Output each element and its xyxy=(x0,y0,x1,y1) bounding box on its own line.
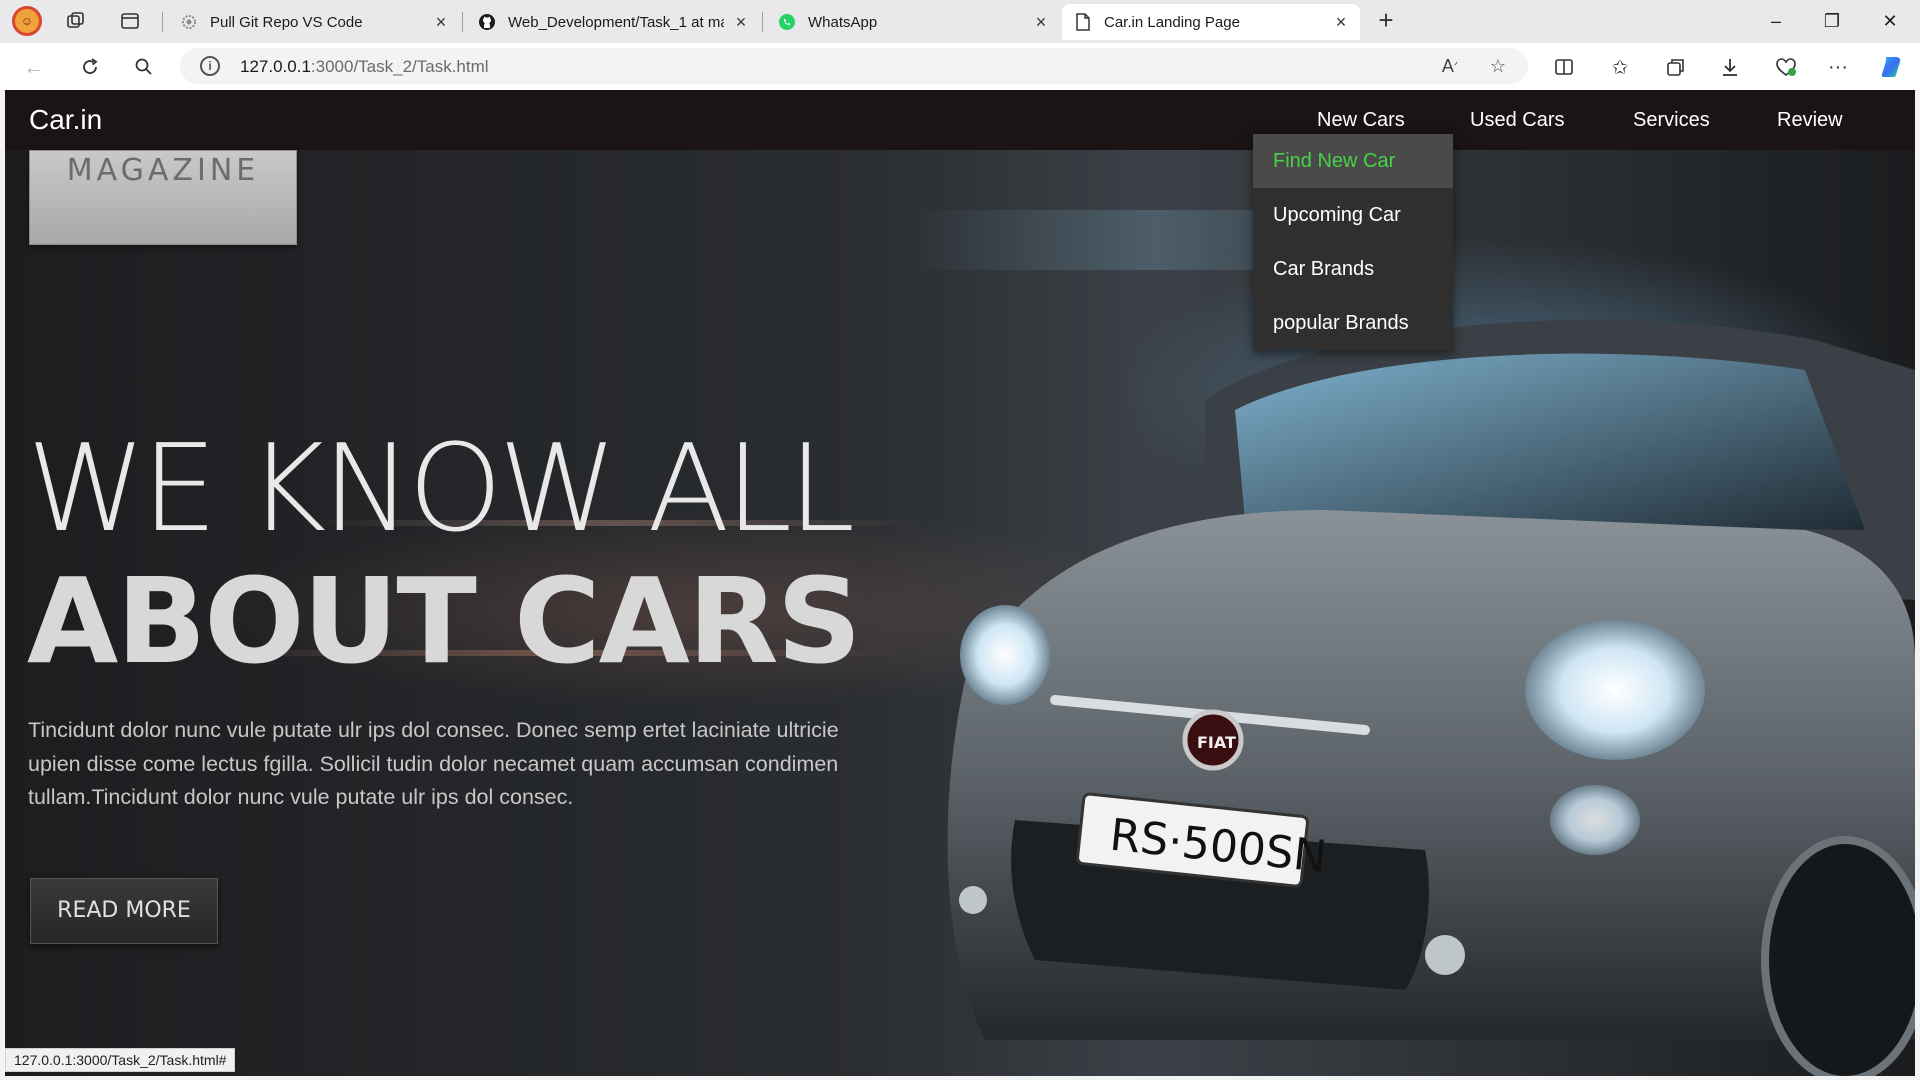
browser-window: ☺ Pull Git Repo VS Code × Web_Developmen… xyxy=(0,0,1920,1080)
vertical-tabs-icon[interactable] xyxy=(114,6,146,36)
download-icon[interactable] xyxy=(1714,51,1746,83)
favorites-icon[interactable]: ✩ xyxy=(1604,51,1636,83)
tab-divider xyxy=(462,12,463,32)
site-info-icon[interactable]: i xyxy=(200,56,220,76)
magazine-banner[interactable]: MAGAZINE xyxy=(29,150,297,245)
url-path: :3000/Task_2/Task.html xyxy=(310,57,489,76)
browser-essentials-icon[interactable] xyxy=(1770,51,1802,83)
badge-text: FIAT xyxy=(1197,733,1236,752)
headlight-left xyxy=(960,605,1050,705)
tab-strip: ☺ Pull Git Repo VS Code × Web_Developmen… xyxy=(0,0,1920,43)
address-bar[interactable]: i 127.0.0.1:3000/Task_2/Task.html Aᐟ ☆ xyxy=(180,48,1528,84)
read-aloud-icon[interactable]: Aᐟ xyxy=(1438,54,1462,78)
tab-title: Car.in Landing Page xyxy=(1104,13,1240,31)
hero-heading-line2: ABOUT CARS xyxy=(27,552,862,690)
workspaces-icon[interactable] xyxy=(60,6,92,36)
status-bar-url: 127.0.0.1:3000/Task_2/Task.html# xyxy=(5,1048,236,1072)
site-navbar: Car.in New Cars Used Cars Services Revie… xyxy=(5,90,1915,150)
back-arrow-icon[interactable]: ← xyxy=(18,51,50,83)
favorite-star-icon[interactable]: ☆ xyxy=(1486,54,1510,78)
car-image: RS·500SN FIAT xyxy=(947,320,1915,1076)
more-options-icon[interactable]: ··· xyxy=(1822,51,1854,83)
dropdown-item-upcoming-car[interactable]: Upcoming Car xyxy=(1253,188,1453,242)
tab-title: Pull Git Repo VS Code xyxy=(210,13,363,31)
tab-web-development[interactable]: Web_Development/Task_1 at ma × xyxy=(466,4,760,40)
hero-paragraph: Tincidunt dolor nunc vule putate ulr ips… xyxy=(28,718,839,809)
search-icon[interactable] xyxy=(128,51,160,83)
tab-car-in-landing-page[interactable]: Car.in Landing Page × xyxy=(1062,4,1360,40)
nav-services[interactable]: Services xyxy=(1633,109,1710,132)
headlight-right xyxy=(1525,620,1705,760)
tab-divider xyxy=(762,12,763,32)
url-text[interactable]: 127.0.0.1:3000/Task_2/Task.html xyxy=(240,57,489,77)
nav-used-cars[interactable]: Used Cars xyxy=(1470,109,1564,132)
page-icon xyxy=(1074,13,1092,31)
close-icon[interactable]: × xyxy=(432,13,450,31)
close-icon[interactable]: × xyxy=(1032,13,1050,31)
page-viewport: RS·500SN FIAT Car.in New Cars Used Cars … xyxy=(5,90,1915,1076)
tab-title: WhatsApp xyxy=(808,13,878,31)
tab-whatsapp[interactable]: WhatsApp × xyxy=(766,4,1060,40)
close-window-button[interactable]: ✕ xyxy=(1870,6,1910,36)
hero-heading-line1: WE KNOW ALL xyxy=(27,420,855,559)
minimize-button[interactable]: – xyxy=(1756,6,1796,36)
url-host: 127.0.0.1 xyxy=(240,57,311,76)
nav-new-cars[interactable]: New Cars xyxy=(1317,109,1405,132)
dropdown-item-popular-brands[interactable]: popular Brands xyxy=(1253,296,1453,350)
profile-avatar[interactable]: ☺ xyxy=(12,6,42,36)
new-tab-button[interactable]: + xyxy=(1370,6,1402,36)
close-icon[interactable]: × xyxy=(1332,13,1350,31)
tab-divider xyxy=(162,12,163,32)
nav-review[interactable]: Review xyxy=(1777,109,1843,132)
gear-icon xyxy=(180,13,198,31)
read-more-button[interactable]: READ MORE xyxy=(30,878,218,944)
github-icon xyxy=(478,13,496,31)
dropdown-item-find-new-car[interactable]: Find New Car xyxy=(1253,134,1453,188)
tab-title: Web_Development/Task_1 at ma xyxy=(508,13,724,31)
site-logo[interactable]: Car.in xyxy=(29,104,102,136)
restore-button[interactable]: ❐ xyxy=(1812,6,1852,36)
new-cars-dropdown: Find New Car Upcoming Car Car Brands pop… xyxy=(1253,134,1453,350)
copilot-icon[interactable] xyxy=(1876,51,1908,83)
refresh-icon[interactable] xyxy=(74,51,106,83)
tab-pull-git-repo[interactable]: Pull Git Repo VS Code × xyxy=(168,4,460,40)
collections-icon[interactable] xyxy=(1660,51,1692,83)
whatsapp-icon xyxy=(778,13,796,31)
split-screen-icon[interactable] xyxy=(1548,51,1580,83)
close-icon[interactable]: × xyxy=(732,13,750,31)
dropdown-item-car-brands[interactable]: Car Brands xyxy=(1253,242,1453,296)
address-toolbar: ← i 127.0.0.1:3000/Task_2/Task.html Aᐟ ☆… xyxy=(0,43,1920,90)
